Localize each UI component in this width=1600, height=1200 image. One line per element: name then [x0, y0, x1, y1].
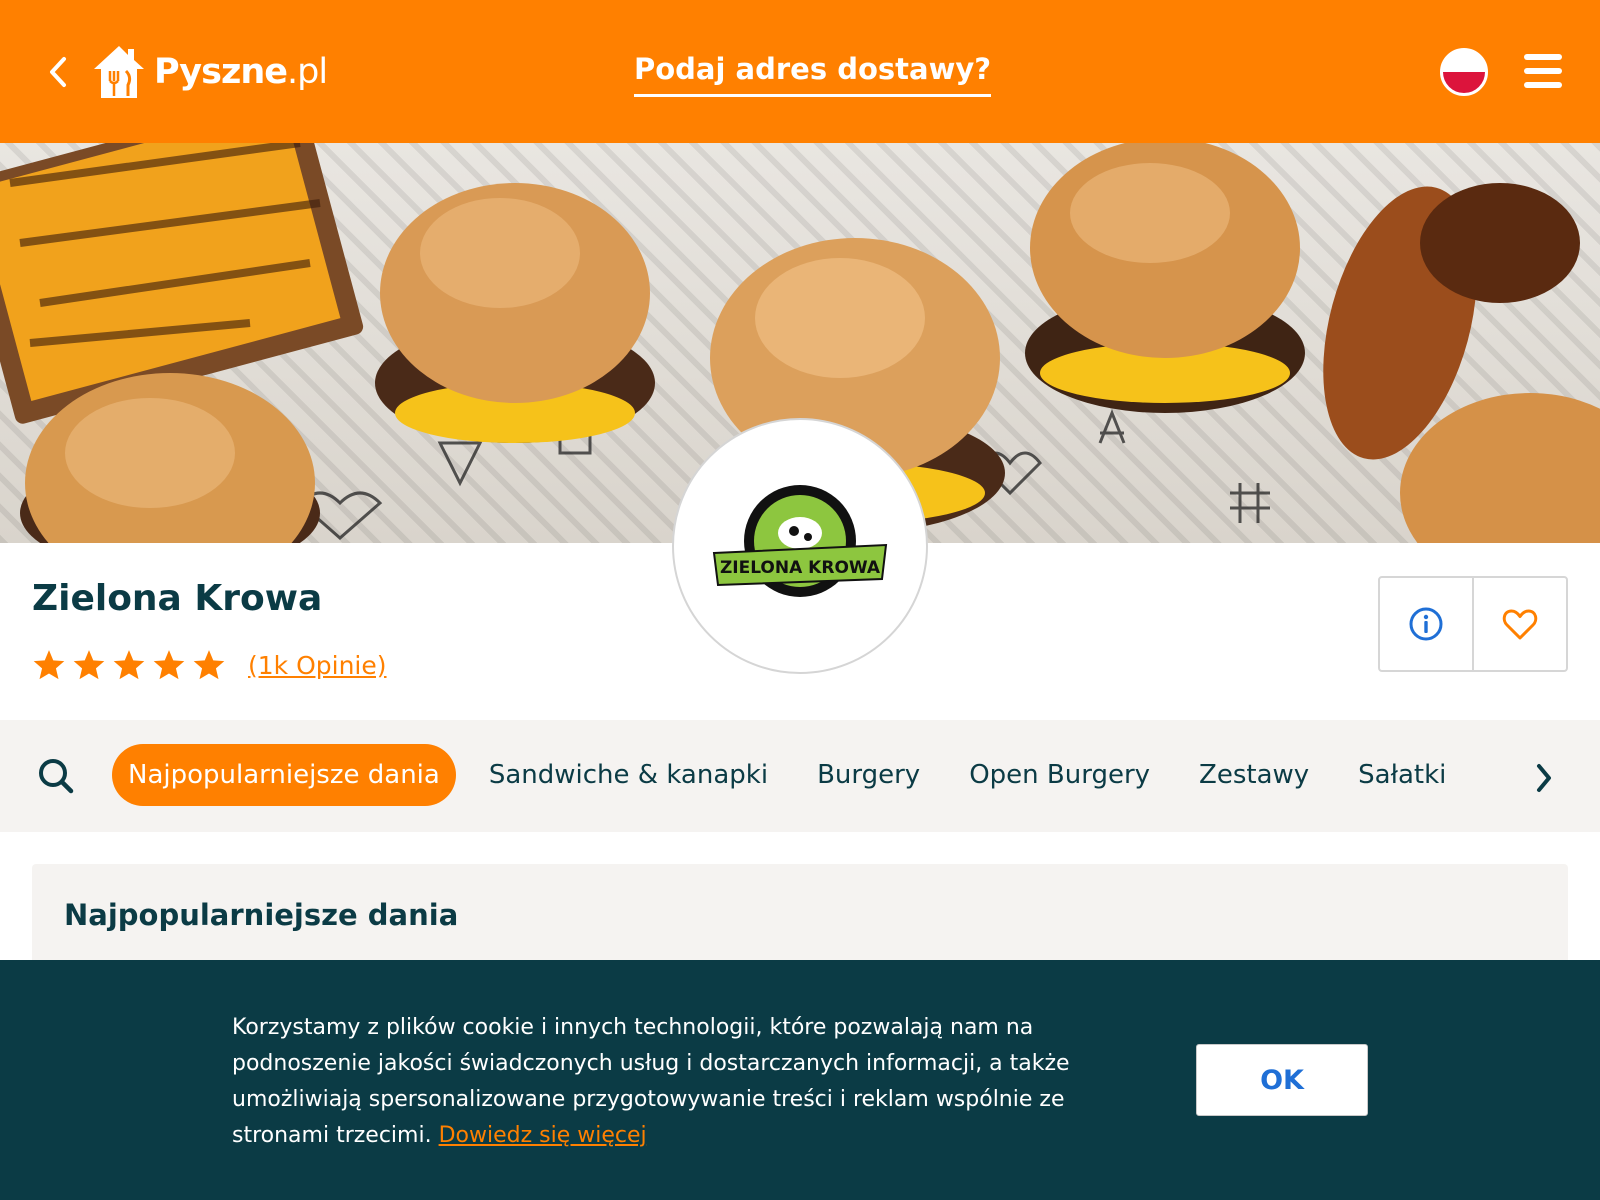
category-tab-sandwiche[interactable]: Sandwiche & kanapki	[473, 744, 784, 806]
poland-flag-icon[interactable]	[1440, 48, 1488, 96]
category-tab-najpopularniejsze[interactable]: Najpopularniejsze dania	[112, 744, 456, 806]
star-icon	[193, 650, 225, 680]
category-tab-burgery[interactable]: Burgery	[801, 744, 936, 806]
favorite-button[interactable]	[1472, 578, 1566, 670]
logo-text: Pyszne.pl	[154, 52, 328, 92]
pyszne-logo[interactable]: Pyszne.pl	[90, 40, 328, 104]
cookie-text: Korzystamy z plików cookie i innych tech…	[232, 1010, 1112, 1154]
heart-icon	[1502, 609, 1538, 640]
restaurant-logo: ZIELONA KROWA	[672, 418, 928, 674]
section-title: Najpopularniejsze dania	[64, 898, 459, 932]
search-icon[interactable]	[36, 756, 76, 796]
back-button[interactable]	[40, 52, 76, 92]
svg-text:ZIELONA KROWA: ZIELONA KROWA	[720, 558, 881, 578]
star-icon	[33, 650, 65, 680]
chevron-left-icon	[50, 57, 66, 87]
star-icon	[153, 650, 185, 680]
category-navigation: Najpopularniejsze dania Sandwiche & kana…	[0, 720, 1600, 832]
restaurant-name: Zielona Krowa	[32, 578, 323, 619]
star-icon	[73, 650, 105, 680]
top-header: Pyszne.pl Podaj adres dostawy?	[0, 0, 1600, 143]
rating: (1k Opinie)	[32, 648, 387, 682]
category-tabs: Najpopularniejsze dania Sandwiche & kana…	[112, 744, 1479, 806]
restaurant-actions	[1378, 576, 1568, 672]
category-tab-salatki[interactable]: Sałatki	[1342, 744, 1462, 806]
delivery-address-prompt[interactable]: Podaj adres dostawy?	[634, 52, 992, 97]
cookie-message: Korzystamy z plików cookie i innych tech…	[232, 1015, 1070, 1148]
zielona-krowa-logo: ZIELONA KROWA	[712, 485, 888, 597]
reviews-link[interactable]: (1k Opinie)	[248, 651, 387, 680]
chevron-right-icon[interactable]	[1532, 760, 1556, 796]
info-icon	[1409, 607, 1443, 641]
star-icon	[113, 650, 145, 680]
category-tab-zestawy[interactable]: Zestawy	[1183, 744, 1325, 806]
cookie-ok-button[interactable]: OK	[1196, 1044, 1368, 1116]
category-tab-open-burgery[interactable]: Open Burgery	[953, 744, 1166, 806]
cookie-banner: Korzystamy z plików cookie i innych tech…	[0, 960, 1600, 1200]
info-button[interactable]	[1380, 578, 1472, 670]
hamburger-menu-icon[interactable]	[1524, 54, 1562, 88]
home-fork-knife-icon	[94, 46, 144, 98]
learn-more-link[interactable]: Dowiedz się więcej	[439, 1123, 647, 1148]
